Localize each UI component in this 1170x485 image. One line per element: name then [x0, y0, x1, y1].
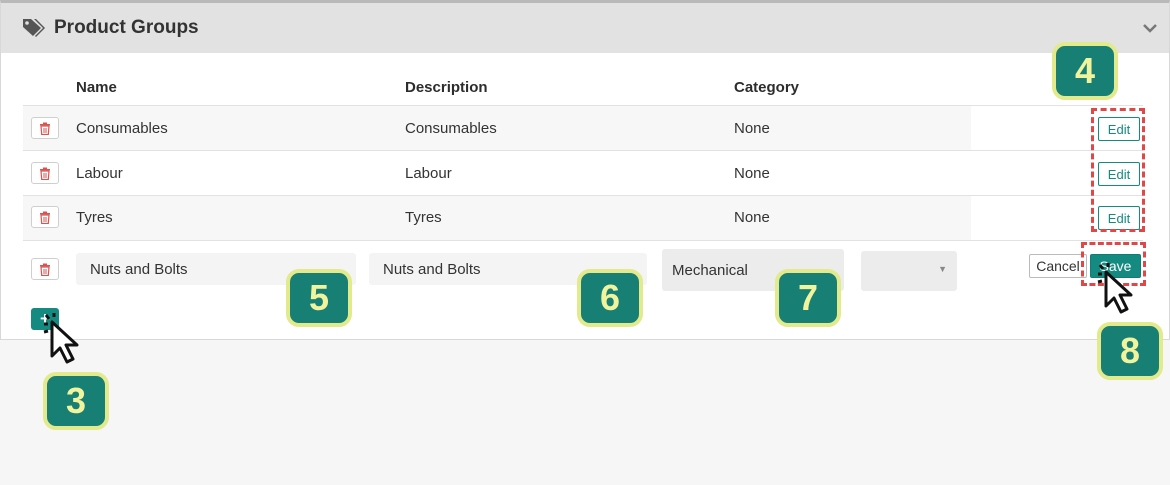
chevron-down-icon[interactable] [1141, 21, 1159, 35]
row-category: None [734, 120, 770, 137]
row-description: Labour [405, 165, 452, 182]
category-select-value: Mechanical [672, 261, 748, 279]
delete-button[interactable] [31, 117, 59, 139]
column-header-name: Name [76, 79, 117, 96]
step-badge-7: 7 [775, 269, 841, 327]
delete-button[interactable] [31, 162, 59, 184]
secondary-select[interactable]: ▼ [861, 251, 957, 291]
step-badge-6: 6 [577, 269, 643, 327]
dropdown-arrow-icon: ▼ [938, 264, 947, 274]
edit-buttons-highlight [1091, 108, 1145, 232]
delete-button[interactable] [31, 206, 59, 228]
panel-header[interactable]: Product Groups [1, 3, 1169, 53]
trash-icon [40, 122, 50, 135]
cancel-button[interactable]: Cancel [1029, 254, 1087, 278]
row-category: None [734, 209, 770, 226]
row-name: Labour [76, 165, 123, 182]
tag-icon [23, 19, 45, 37]
column-header-category: Category [734, 79, 800, 96]
row-description: Consumables [405, 120, 497, 137]
trash-icon [40, 263, 50, 276]
step-badge-4: 4 [1052, 42, 1118, 100]
click-cursor-icon [1097, 263, 1133, 314]
step-badge-5: 5 [286, 269, 352, 327]
delete-button[interactable] [31, 258, 59, 280]
click-cursor-icon [43, 313, 79, 364]
table-row [23, 196, 971, 240]
panel-title: Product Groups [54, 17, 199, 38]
row-name: Consumables [76, 120, 168, 137]
step-badge-3: 3 [43, 372, 109, 430]
column-header-description: Description [405, 79, 488, 96]
row-name: Tyres [76, 209, 113, 226]
step-badge-8: 8 [1097, 322, 1163, 380]
row-category: None [734, 165, 770, 182]
row-description: Tyres [405, 209, 442, 226]
trash-icon [40, 211, 50, 224]
trash-icon [40, 167, 50, 180]
